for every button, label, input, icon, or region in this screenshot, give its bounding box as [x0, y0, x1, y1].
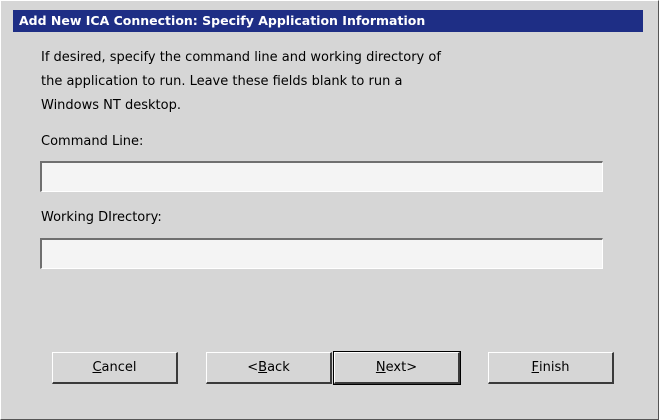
instructions-text: If desired, specify the command line and… [41, 46, 621, 118]
instructions-line: If desired, specify the command line and… [41, 50, 441, 65]
instructions-line: the application to run. Leave these fiel… [41, 74, 403, 89]
next-button[interactable]: Next> [333, 351, 461, 385]
add-ica-connection-dialog: Add New ICA Connection: Specify Applicat… [0, 0, 659, 420]
finish-button[interactable]: Finish [488, 352, 614, 384]
working-directory-input[interactable] [40, 238, 603, 269]
cancel-button[interactable]: Cancel [52, 352, 178, 384]
command-line-label: Command Line: [41, 134, 144, 149]
working-directory-label: Working DIrectory: [41, 210, 162, 225]
dialog-title: Add New ICA Connection: Specify Applicat… [13, 10, 643, 32]
instructions-line: Windows NT desktop. [41, 98, 181, 113]
command-line-input[interactable] [40, 161, 603, 192]
back-button[interactable]: < Back [206, 352, 332, 384]
